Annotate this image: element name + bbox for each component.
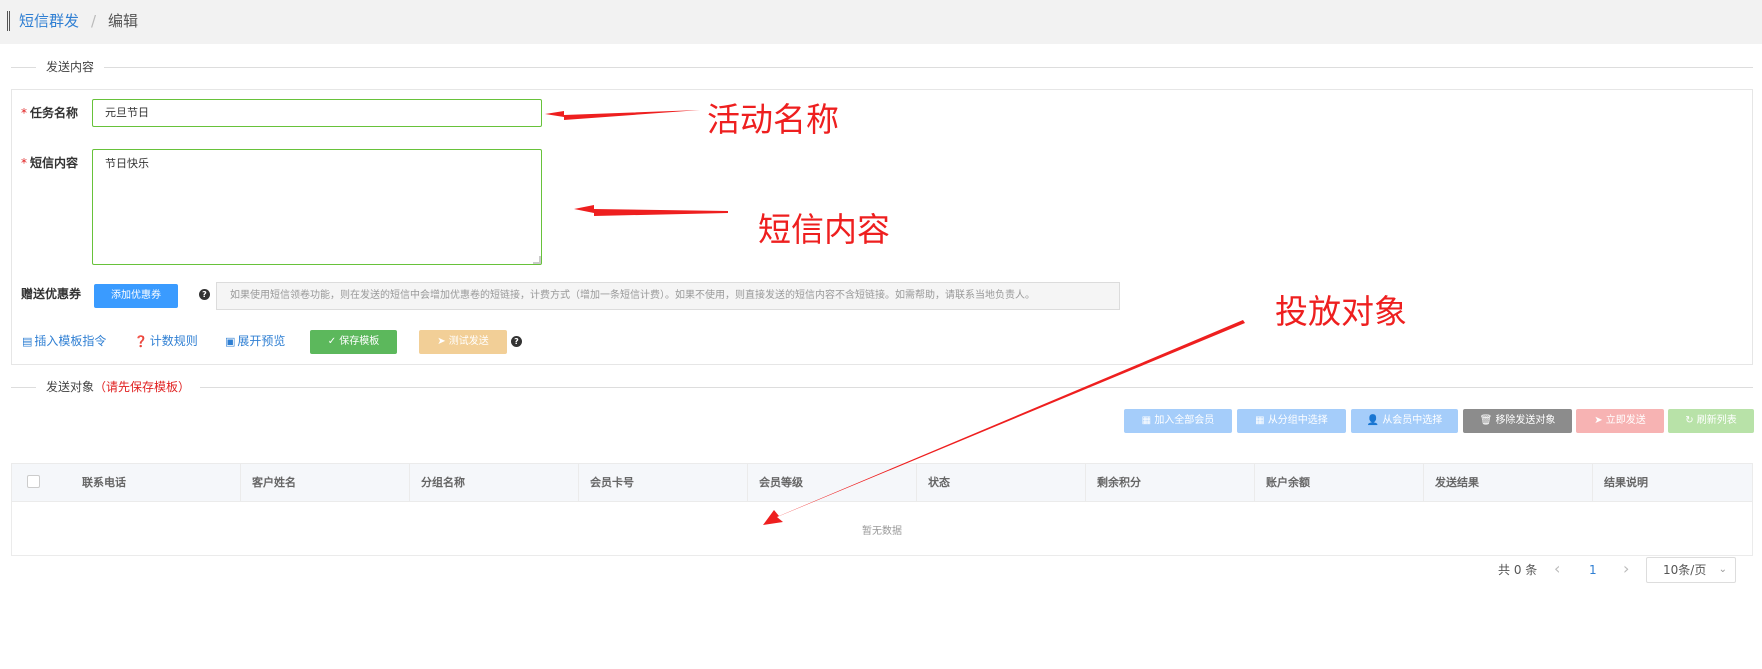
- annotation-layer: [545, 110, 1245, 525]
- arrow-activity-name: [545, 110, 700, 120]
- arrow-sms-content: [574, 205, 728, 216]
- annotation-sms-content: 短信内容: [758, 210, 890, 249]
- annotation-activity-name: 活动名称: [707, 100, 839, 139]
- annotation-target: 投放对象: [1275, 292, 1407, 331]
- arrow-target: [763, 320, 1245, 525]
